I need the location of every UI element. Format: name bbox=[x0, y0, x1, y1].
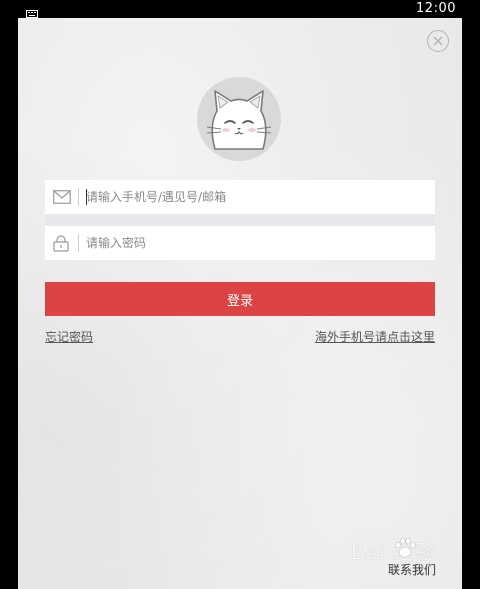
field-gap bbox=[45, 214, 435, 226]
password-field[interactable] bbox=[45, 226, 435, 260]
paw-icon bbox=[394, 536, 416, 564]
status-bar: 12:00 bbox=[0, 0, 480, 18]
account-field[interactable] bbox=[45, 180, 435, 214]
contact-us-link[interactable]: 联系我们 bbox=[388, 561, 436, 578]
overseas-phone-link[interactable]: 海外手机号请点击这里 bbox=[315, 328, 435, 345]
text-caret bbox=[86, 189, 87, 205]
avatar bbox=[197, 77, 281, 161]
cat-avatar-icon bbox=[206, 90, 272, 150]
forgot-password-link[interactable]: 忘记密码 bbox=[45, 328, 93, 345]
field-divider bbox=[78, 188, 79, 206]
account-input[interactable] bbox=[86, 180, 426, 214]
field-divider bbox=[78, 234, 79, 252]
status-time: 12:00 bbox=[416, 1, 456, 16]
envelope-icon bbox=[53, 189, 71, 208]
password-input[interactable] bbox=[86, 226, 426, 260]
login-screen: 登录 忘记密码 海外手机号请点击这里 Bai 经验 联系我们 bbox=[18, 18, 462, 589]
watermark: Bai 经验 bbox=[336, 534, 456, 564]
lock-icon bbox=[53, 235, 69, 256]
close-icon bbox=[433, 36, 443, 46]
close-button[interactable] bbox=[427, 30, 449, 52]
login-button[interactable]: 登录 bbox=[45, 282, 435, 316]
keyboard-icon bbox=[26, 3, 38, 18]
